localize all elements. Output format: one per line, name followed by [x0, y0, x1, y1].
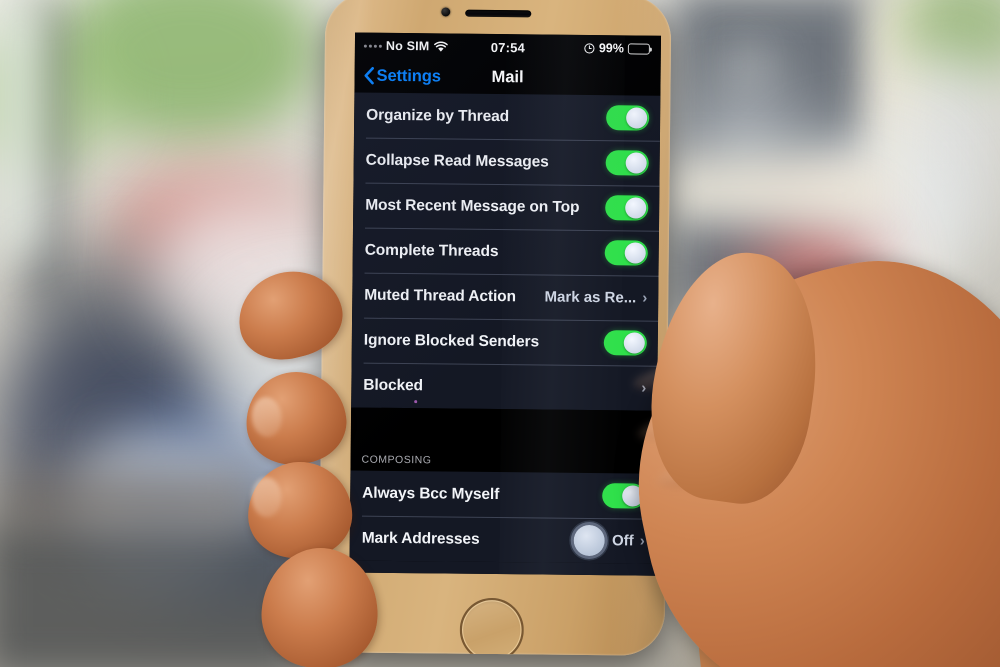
row-label: Organize by Thread — [366, 106, 510, 125]
status-bar: No SIM 07:54 99% — [354, 32, 662, 62]
row-control: › — [641, 379, 647, 397]
row-label: Blocked — [363, 376, 424, 394]
screen-dust-speck — [414, 400, 418, 404]
settings-group-threading: Organize by Thread Collapse Read Message… — [351, 92, 661, 411]
toggle-ignore-blocked-senders[interactable] — [603, 330, 647, 356]
row-control: Mark as Re... › — [544, 289, 647, 307]
battery-icon — [627, 42, 650, 55]
home-button[interactable] — [459, 597, 525, 656]
settings-group-composing: Always Bcc Myself Mark Addresses Off › — [349, 470, 657, 564]
front-camera-icon — [441, 7, 451, 17]
row-complete-threads[interactable]: Complete Threads — [353, 228, 659, 276]
row-control: Off › — [573, 524, 645, 557]
row-control — [606, 105, 650, 131]
toggle-most-recent-message-on-top[interactable] — [605, 195, 649, 221]
row-blocked[interactable]: Blocked › — [351, 363, 657, 411]
row-value: Mark as Re... — [544, 288, 637, 307]
row-muted-thread-action[interactable]: Muted Thread Action Mark as Re... › — [352, 273, 658, 321]
row-label: Collapse Read Messages — [365, 151, 549, 171]
toggle-organize-by-thread[interactable] — [606, 105, 650, 131]
status-bar-right: 99% — [584, 41, 650, 56]
row-most-recent-message-on-top[interactable]: Most Recent Message on Top — [353, 183, 659, 231]
chevron-right-icon: › — [642, 289, 648, 307]
phone-screen: No SIM 07:54 99% Settings Mail Organize … — [349, 32, 662, 576]
battery-percent-label: 99% — [598, 41, 624, 56]
settings-list[interactable]: Organize by Thread Collapse Read Message… — [349, 92, 661, 576]
row-partial-next[interactable] — [349, 560, 656, 576]
row-label: Mark Addresses — [361, 529, 480, 548]
row-control — [605, 150, 649, 176]
chevron-right-icon: › — [641, 379, 647, 397]
row-label: Ignore Blocked Senders — [363, 331, 540, 350]
toggle-complete-threads[interactable] — [604, 240, 648, 266]
section-header-composing: COMPOSING — [350, 440, 657, 474]
chevron-right-icon: › — [639, 532, 645, 550]
navigation-bar: Settings Mail — [354, 58, 661, 96]
row-always-bcc-myself[interactable]: Always Bcc Myself — [350, 470, 656, 518]
row-ignore-blocked-senders[interactable]: Ignore Blocked Senders — [352, 318, 658, 366]
row-control — [603, 330, 647, 356]
row-collapse-read-messages[interactable]: Collapse Read Messages — [353, 138, 659, 186]
row-organize-by-thread[interactable]: Organize by Thread — [354, 93, 660, 141]
color-swatch-icon[interactable] — [573, 524, 606, 557]
phone-device: No SIM 07:54 99% Settings Mail Organize … — [318, 0, 672, 656]
row-mark-addresses[interactable]: Mark Addresses Off › — [350, 515, 656, 563]
row-control — [604, 240, 648, 266]
row-control — [602, 483, 646, 509]
alarm-clock-icon — [584, 42, 595, 54]
earpiece-speaker — [465, 9, 532, 18]
toggle-collapse-read-messages[interactable] — [605, 150, 649, 176]
section-gap — [350, 407, 658, 444]
row-label: Most Recent Message on Top — [365, 196, 580, 216]
row-control — [605, 195, 649, 221]
row-label: Always Bcc Myself — [362, 484, 500, 503]
page-title: Mail — [491, 67, 524, 86]
toggle-always-bcc-myself[interactable] — [602, 483, 646, 509]
row-label: Muted Thread Action — [364, 286, 517, 305]
row-label: Complete Threads — [364, 241, 499, 260]
row-value: Off — [611, 532, 634, 550]
